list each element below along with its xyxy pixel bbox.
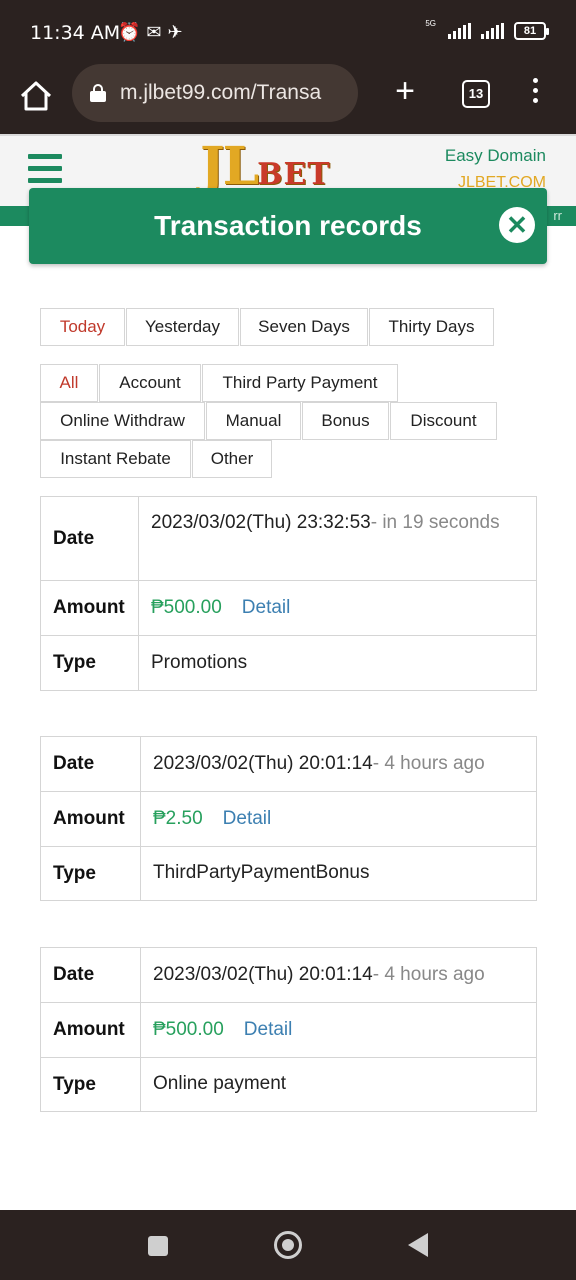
home-nav-icon[interactable] xyxy=(274,1231,302,1259)
amount-label: Amount xyxy=(41,581,139,635)
address-bar[interactable]: m.jlbet99.com/Transa xyxy=(72,64,358,122)
notification-icons: ⏰✉✈ xyxy=(118,22,189,42)
network-type-label: 5G xyxy=(425,18,436,28)
filter-instant-rebate[interactable]: Instant Rebate xyxy=(40,440,191,478)
status-time: 11:34 AM xyxy=(30,22,121,44)
signal-icon xyxy=(448,23,471,39)
record-date-value: 2023/03/02(Thu) 20:01:14- 4 hours ago xyxy=(153,750,485,778)
type-label: Type xyxy=(41,1058,141,1111)
tab-count-button[interactable]: 13 xyxy=(462,80,490,108)
transaction-record: Date 2023/03/02(Thu) 20:01:14- 4 hours a… xyxy=(40,736,537,901)
record-amount-row: Amount ₱500.00 Detail xyxy=(41,1003,536,1058)
tab-today[interactable]: Today xyxy=(40,308,125,346)
record-type: Online payment xyxy=(153,1073,287,1094)
more-menu-icon[interactable] xyxy=(528,78,542,108)
amount-label: Amount xyxy=(41,792,141,846)
record-relative-time: - in 19 seconds xyxy=(370,512,500,533)
detail-link[interactable]: Detail xyxy=(223,808,272,829)
amount-label: Amount xyxy=(41,1003,141,1057)
transaction-record: Date 2023/03/02(Thu) 20:01:14- 4 hours a… xyxy=(40,947,537,1112)
easy-domain-label: Easy Domain xyxy=(444,146,546,165)
system-nav-bar xyxy=(0,1210,576,1280)
record-type-row: Type Promotions xyxy=(41,636,536,690)
lock-icon xyxy=(90,84,106,102)
browser-toolbar: m.jlbet99.com/Transa + 13 xyxy=(0,64,576,134)
record-amount-row: Amount ₱2.50 Detail xyxy=(41,792,536,847)
record-date-value: 2023/03/02(Thu) 20:01:14- 4 hours ago xyxy=(153,961,485,989)
record-relative-time: - 4 hours ago xyxy=(372,753,485,774)
filter-discount[interactable]: Discount xyxy=(390,402,497,440)
tab-thirty-days[interactable]: Thirty Days xyxy=(369,308,494,346)
home-icon[interactable] xyxy=(18,78,54,114)
record-date: 2023/03/02(Thu) 20:01:14 xyxy=(153,753,373,774)
record-amount: ₱2.50 xyxy=(153,808,203,829)
detail-link[interactable]: Detail xyxy=(244,1019,293,1040)
date-label: Date xyxy=(41,737,141,791)
battery-icon: 81 xyxy=(514,22,549,40)
signal-icon-2 xyxy=(481,23,504,39)
record-type-row: Type ThirdPartyPaymentBonus xyxy=(41,847,536,900)
filter-third-party-payment[interactable]: Third Party Payment xyxy=(202,364,398,402)
record-type: Promotions xyxy=(151,652,248,673)
record-type: ThirdPartyPaymentBonus xyxy=(153,862,370,883)
record-amount: ₱500.00 xyxy=(153,1019,224,1040)
record-date: 2023/03/02(Thu) 20:01:14 xyxy=(153,964,373,985)
new-tab-icon[interactable]: + xyxy=(390,74,420,110)
detail-link[interactable]: Detail xyxy=(242,597,291,618)
tab-seven-days[interactable]: Seven Days xyxy=(240,308,368,346)
record-date-value: 2023/03/02(Thu) 23:32:53- in 19 seconds xyxy=(151,509,531,537)
filter-other[interactable]: Other xyxy=(192,440,272,478)
recent-apps-icon[interactable] xyxy=(148,1236,168,1256)
record-date-row: Date 2023/03/02(Thu) 23:32:53- in 19 sec… xyxy=(41,497,536,581)
marquee-text: rr xyxy=(553,208,562,223)
record-amount-value: ₱500.00 Detail xyxy=(153,1016,292,1044)
modal-title: Transaction records xyxy=(154,210,422,241)
status-right: 5G 81 xyxy=(425,18,549,40)
record-amount: ₱500.00 xyxy=(151,597,222,618)
date-label: Date xyxy=(41,948,141,1002)
record-amount-value: ₱500.00 Detail xyxy=(151,594,290,622)
url-text[interactable]: m.jlbet99.com/Transa xyxy=(120,81,348,105)
record-relative-time: - 4 hours ago xyxy=(372,964,485,985)
tab-yesterday[interactable]: Yesterday xyxy=(126,308,239,346)
close-icon[interactable]: ✕ xyxy=(499,207,535,243)
filter-bonus[interactable]: Bonus xyxy=(302,402,389,440)
type-label: Type xyxy=(41,636,139,690)
type-label: Type xyxy=(41,847,141,900)
status-bar: 11:34 AM ⏰✉✈ 5G 81 xyxy=(0,0,576,64)
hamburger-menu-icon[interactable] xyxy=(28,154,62,184)
date-label: Date xyxy=(41,497,139,580)
record-date: 2023/03/02(Thu) 23:32:53 xyxy=(151,512,371,533)
record-type-row: Type Online payment xyxy=(41,1058,536,1111)
record-date-row: Date 2023/03/02(Thu) 20:01:14- 4 hours a… xyxy=(41,948,536,1003)
filter-account[interactable]: Account xyxy=(99,364,201,402)
filter-all[interactable]: All xyxy=(40,364,98,402)
modal-header: Transaction records ✕ xyxy=(29,188,547,264)
record-date-row: Date 2023/03/02(Thu) 20:01:14- 4 hours a… xyxy=(41,737,536,792)
back-icon[interactable] xyxy=(408,1233,428,1257)
record-amount-value: ₱2.50 Detail xyxy=(153,805,271,833)
filter-manual[interactable]: Manual xyxy=(206,402,301,440)
transaction-record: Date 2023/03/02(Thu) 23:32:53- in 19 sec… xyxy=(40,496,537,691)
filter-online-withdraw[interactable]: Online Withdraw xyxy=(40,402,205,440)
record-amount-row: Amount ₱500.00 Detail xyxy=(41,581,536,636)
